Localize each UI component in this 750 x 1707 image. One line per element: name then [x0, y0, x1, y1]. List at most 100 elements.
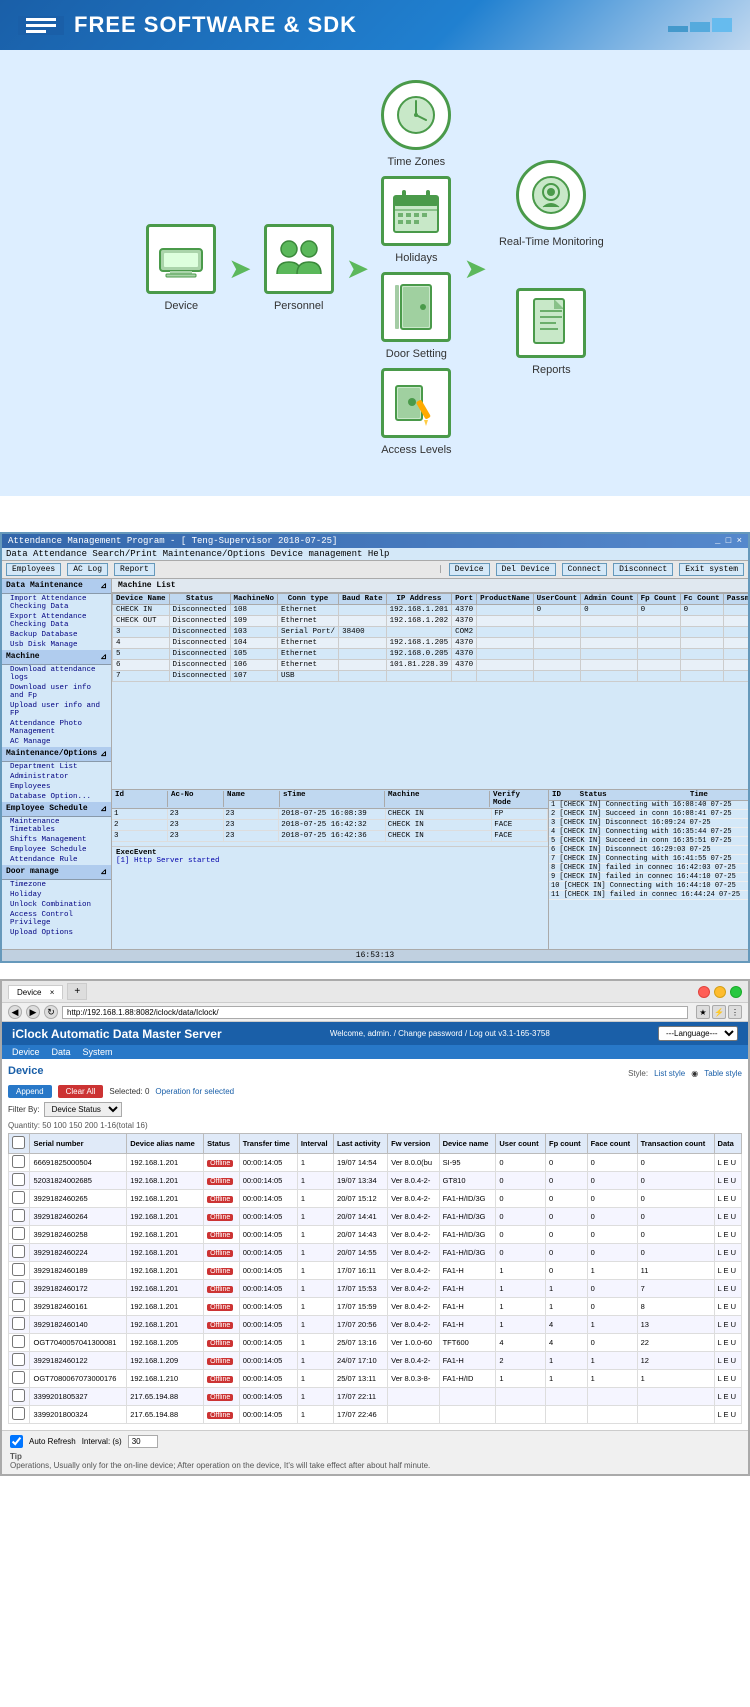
device-table-container[interactable]: Device Name Status MachineNo Conn type B… [112, 593, 748, 789]
menu-dots-icon[interactable]: ⋮ [728, 1005, 742, 1019]
table-row: 3399201800324217.65.194.88Offline00:00:1… [9, 1406, 742, 1424]
new-tab-button[interactable]: + [67, 983, 87, 1000]
sidebar-section-door: Door manage⊿ [2, 865, 111, 880]
col-baud-rate: Baud Rate [339, 594, 387, 605]
sidebar-item-download-logs[interactable]: Download attendance logs [2, 665, 111, 683]
iclock-body: Device Style: List style ◉ Table style A… [2, 1059, 748, 1430]
list-style-btn[interactable]: List style [654, 1069, 685, 1078]
table-row: 3Disconnected103Serial Port/38400COM2 [113, 627, 749, 638]
sidebar-item-download-user[interactable]: Download user info and Fp [2, 683, 111, 701]
amp-toolbar: Employees AC Log Report │ Device Del Dev… [2, 561, 748, 579]
extension-icon[interactable]: ⚡ [712, 1005, 726, 1019]
sidebar-item-photo[interactable]: Attendance Photo Management [2, 719, 111, 737]
filter-select[interactable]: Device Status [44, 1102, 122, 1117]
forward-button[interactable]: ▶ [26, 1005, 40, 1019]
close-tab-icon[interactable]: × [50, 988, 55, 997]
sidebar-item-timezone[interactable]: Timezone [2, 880, 111, 890]
door-item: Door Setting [381, 272, 451, 360]
list-item: 10 [CHECK IN] Connecting with 16:44:10 0… [549, 882, 748, 891]
exec-event-entries: [1] Http Server started [116, 857, 544, 865]
sidebar-item-employees[interactable]: Employees [2, 782, 111, 792]
sidebar-item-holiday[interactable]: Holiday [2, 890, 111, 900]
holidays-label: Holidays [395, 252, 437, 264]
sidebar-item-upload-options[interactable]: Upload Options [2, 928, 111, 938]
web-col-device-name: Device name [439, 1134, 496, 1154]
btn-del-device[interactable]: Del Device [496, 563, 556, 576]
amp-titlebar: Attendance Management Program - [ Teng-S… [2, 534, 748, 548]
style-switcher: Style: List style ◉ Table style [628, 1069, 742, 1078]
log-table-header: Id Ac-No Name sTime Machine Verify Mode [112, 790, 548, 809]
browser-controls: ◀ ▶ ↻ ★ ⚡ ⋮ [2, 1003, 748, 1022]
back-button[interactable]: ◀ [8, 1005, 22, 1019]
clear-all-button[interactable]: Clear All [58, 1085, 104, 1098]
table-row: 7Disconnected107USB3204 [113, 671, 749, 682]
interval-input[interactable] [128, 1435, 158, 1448]
table-row: 3929182460264192.168.1.201Offline00:00:1… [9, 1208, 742, 1226]
sidebar-section-machine: Machine⊿ [2, 650, 111, 665]
select-all-checkbox[interactable] [12, 1136, 25, 1149]
sidebar-item-export[interactable]: Export Attendance Checking Data [2, 612, 111, 630]
selected-label: Selected: 0 [109, 1087, 149, 1096]
btn-connect[interactable]: Connect [562, 563, 608, 576]
sidebar-item-emp-schedule[interactable]: Employee Schedule [2, 845, 111, 855]
btn-device[interactable]: Device [449, 563, 490, 576]
device-table: Device Name Status MachineNo Conn type B… [112, 593, 748, 682]
sidebar-item-dept[interactable]: Department List [2, 762, 111, 772]
sidebar-item-import[interactable]: Import Attendance Checking Data [2, 594, 111, 612]
tab-aclog[interactable]: AC Log [67, 563, 108, 576]
nav-system[interactable]: System [83, 1047, 113, 1057]
sidebar-section-maintenance: Maintenance/Options⊿ [2, 747, 111, 762]
operation-btn[interactable]: Operation for selected [155, 1087, 234, 1096]
nav-device[interactable]: Device [12, 1047, 40, 1057]
sidebar-item-admin[interactable]: Administrator [2, 772, 111, 782]
header-banner: FREE SOFTWARE & SDK [0, 0, 750, 50]
web-col-face-count: Face count [587, 1134, 637, 1154]
access-item: Access Levels [381, 368, 451, 456]
bookmark-icon[interactable]: ★ [696, 1005, 710, 1019]
exec-event-label: ExecEvent [116, 849, 544, 857]
monitoring-item: Real-Time Monitoring [499, 160, 604, 248]
tab-employees[interactable]: Employees [6, 563, 61, 576]
table-row: 5Disconnected105Ethernet192.168.0.205437… [113, 649, 749, 660]
sidebar-item-access-control[interactable]: Access Control Privilege [2, 910, 111, 928]
sidebar-item-attendance-rule[interactable]: Attendance Rule [2, 855, 111, 865]
btn-disconnect[interactable]: Disconnect [613, 563, 673, 576]
table-style-btn[interactable]: Table style [704, 1069, 742, 1078]
web-col-check [9, 1134, 30, 1154]
table-row: 6Disconnected106Ethernet101.81.228.39437… [113, 660, 749, 671]
sidebar-item-timetables[interactable]: Maintenance Timetables [2, 817, 111, 835]
table-row: 3929182460122192.168.1.209Offline00:00:1… [9, 1352, 742, 1370]
sidebar-item-shifts[interactable]: Shifts Management [2, 835, 111, 845]
sidebar-item-ac[interactable]: AC Manage [2, 737, 111, 747]
device-web-table: Serial number Device alias name Status T… [8, 1133, 742, 1424]
sidebar-item-upload-user[interactable]: Upload user info and FP [2, 701, 111, 719]
auto-refresh-checkbox[interactable] [10, 1435, 23, 1448]
device-web-table-container[interactable]: Serial number Device alias name Status T… [8, 1133, 742, 1424]
url-bar[interactable] [62, 1006, 688, 1019]
connection-log-panel: ID Status Time 1 [CHECK IN] Connecting w… [548, 790, 748, 949]
fullscreen-button[interactable] [730, 986, 742, 998]
center-col: Time Zones [381, 80, 451, 456]
append-button[interactable]: Append [8, 1085, 52, 1098]
arrow-2: ➤ [346, 252, 369, 285]
table-row: 66691825000504192.168.1.201Offline00:00:… [9, 1154, 742, 1172]
sidebar-item-usb[interactable]: Usb Disk Manage [2, 640, 111, 650]
tab-report[interactable]: Report [114, 563, 155, 576]
web-col-activity: Last activity [334, 1134, 388, 1154]
table-row: 52031824002685192.168.1.201Offline00:00:… [9, 1172, 742, 1190]
reload-button[interactable]: ↻ [44, 1005, 58, 1019]
table-row: CHECK INDisconnected108Ethernet192.168.1… [113, 605, 749, 616]
maximize-button[interactable] [714, 986, 726, 998]
browser-tab-device[interactable]: Device × [8, 985, 63, 999]
sidebar-item-db[interactable]: Database Option... [2, 792, 111, 802]
device-item: Device [146, 224, 216, 312]
table-row: 3929182460172192.168.1.201Offline00:00:1… [9, 1280, 742, 1298]
minimize-button[interactable] [698, 986, 710, 998]
language-select[interactable]: ---Language--- [658, 1026, 738, 1041]
browser-titlebar: Device × + [2, 981, 748, 1003]
timezones-label: Time Zones [388, 156, 446, 168]
sidebar-item-backup[interactable]: Backup Database [2, 630, 111, 640]
nav-data[interactable]: Data [52, 1047, 71, 1057]
btn-exit[interactable]: Exit system [679, 563, 744, 576]
sidebar-item-unlock[interactable]: Unlock Combination [2, 900, 111, 910]
